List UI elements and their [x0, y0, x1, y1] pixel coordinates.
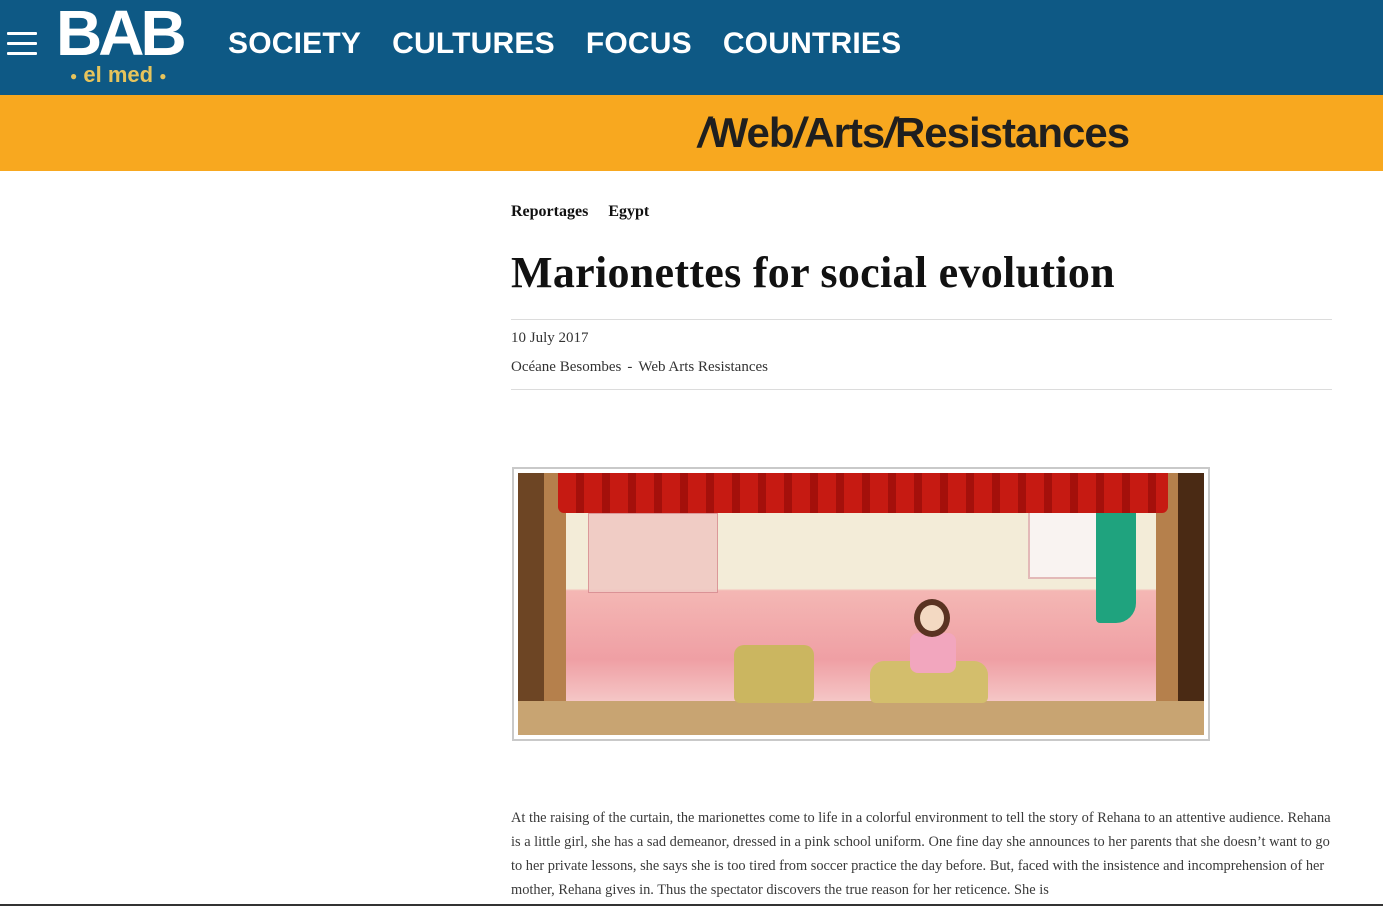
- nav-item-countries[interactable]: COUNTRIES: [723, 26, 901, 62]
- tag-egypt[interactable]: Egypt: [608, 200, 649, 224]
- stage-floor: [518, 701, 1204, 735]
- logo-subtitle-text: el med: [83, 62, 154, 87]
- divider: [511, 389, 1332, 390]
- article-byline: Océane Besombes - Web Arts Resistances: [511, 357, 768, 377]
- doll-body: [910, 633, 956, 673]
- author-link[interactable]: Océane Besombes: [511, 359, 621, 375]
- section-link[interactable]: Web Arts Resistances: [638, 359, 768, 375]
- banner-slash-icon: /: [793, 109, 806, 156]
- article-date: 10 July 2017: [511, 330, 589, 346]
- top-navigation-bar: BAB ● el med ● SOCIETY CULTURES FOCUS CO…: [0, 0, 1383, 95]
- article-image: [512, 467, 1210, 741]
- section-banner-title[interactable]: /Web/Arts/Resistances: [698, 109, 1130, 157]
- doll-head: [914, 599, 950, 637]
- article-header: Reportages Egypt Marionettes for social …: [511, 200, 1332, 390]
- logo-dot-left-icon: ●: [70, 69, 78, 84]
- site-logo[interactable]: BAB ● el med ●: [56, 0, 196, 90]
- puppet-stage-illustration: [518, 473, 1204, 735]
- banner-part-resistances: Resistances: [894, 109, 1130, 156]
- banner-part-web: Web: [708, 109, 795, 156]
- banner-slash-icon: /: [884, 109, 896, 156]
- green-curtain: [1096, 503, 1136, 623]
- section-banner: /Web/Arts/Resistances: [0, 95, 1383, 171]
- hamburger-menu-icon[interactable]: [7, 32, 37, 56]
- logo-wordmark: BAB: [56, 0, 187, 69]
- red-curtain: [558, 473, 1168, 513]
- nav-item-focus[interactable]: FOCUS: [586, 26, 692, 62]
- article-title: Marionettes for social evolution: [511, 248, 1115, 297]
- divider: [511, 319, 1332, 320]
- logo-subtitle: ● el med ●: [70, 62, 166, 89]
- nav-item-cultures[interactable]: CULTURES: [392, 26, 555, 62]
- backdrop-bookshelf: [588, 513, 718, 593]
- nav-item-society[interactable]: SOCIETY: [228, 26, 361, 62]
- main-nav: SOCIETY CULTURES FOCUS COUNTRIES: [228, 26, 901, 62]
- byline-separator: -: [627, 359, 633, 375]
- article-body-paragraph: At the raising of the curtain, the mario…: [511, 810, 1331, 898]
- banner-slash-icon: /: [698, 109, 710, 156]
- article-tags: Reportages Egypt: [511, 200, 1332, 224]
- tag-reportages[interactable]: Reportages: [511, 200, 588, 224]
- banner-part-arts: Arts: [804, 109, 885, 156]
- logo-dot-right-icon: ●: [159, 69, 167, 84]
- stage-frame-left: [518, 473, 544, 735]
- stage-frame-right: [1178, 473, 1204, 735]
- puppet-chair: [734, 645, 814, 703]
